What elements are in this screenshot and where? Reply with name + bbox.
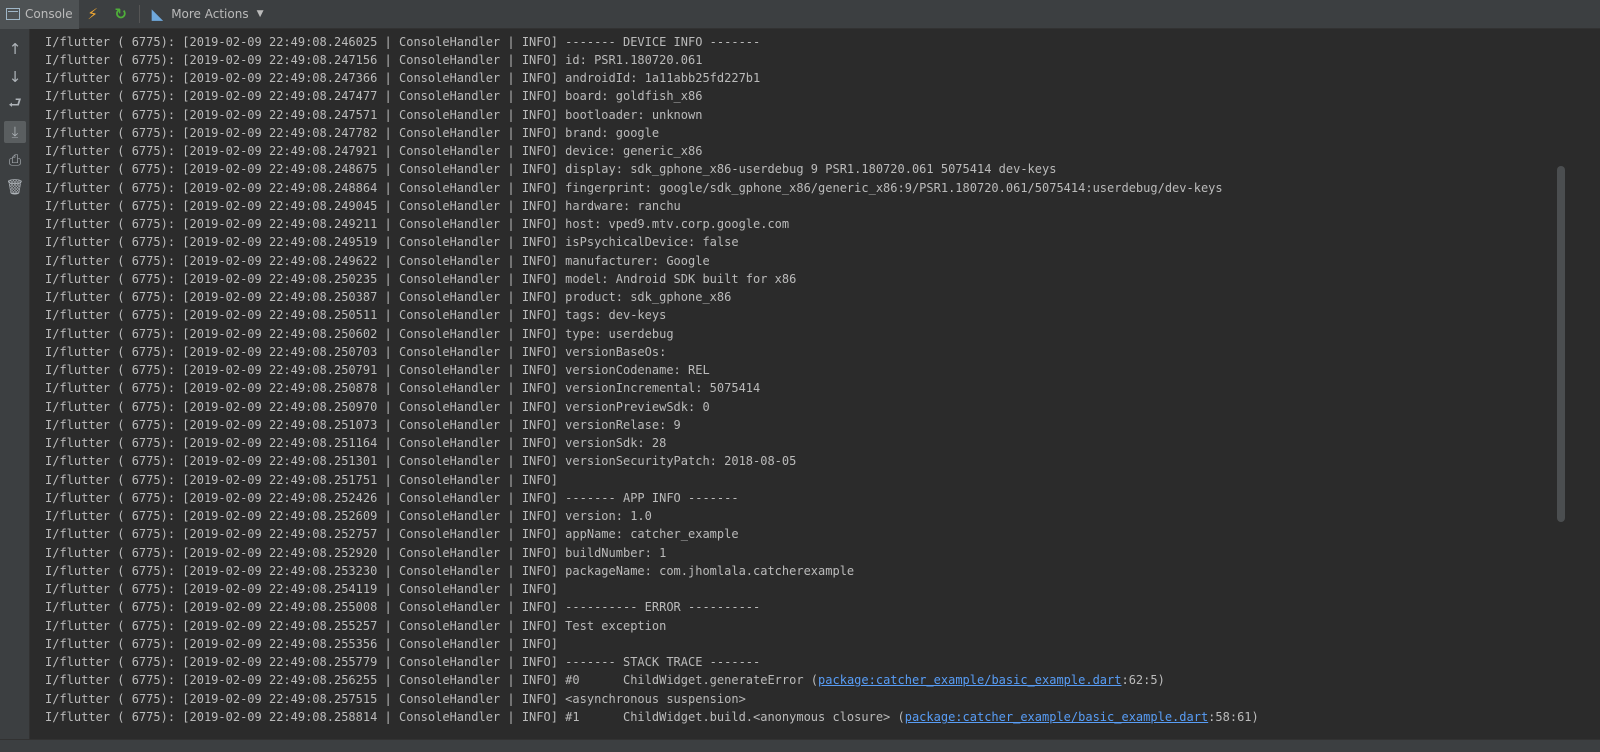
bottom-strip bbox=[0, 739, 1600, 752]
trash-icon: 🗑 bbox=[5, 178, 25, 196]
log-line: I/flutter ( 6775): [2019-02-09 22:49:08.… bbox=[45, 546, 667, 560]
log-line: I/flutter ( 6775): [2019-02-09 22:49:08.… bbox=[45, 144, 703, 158]
log-line: I/flutter ( 6775): [2019-02-09 22:49:08.… bbox=[45, 162, 1057, 176]
vertical-scrollbar-thumb[interactable] bbox=[1557, 166, 1565, 522]
tab-console-label: Console bbox=[25, 7, 73, 21]
tab-console[interactable]: Console bbox=[0, 0, 79, 29]
hot-restart-button[interactable]: ↻ bbox=[107, 0, 135, 29]
log-line: I/flutter ( 6775): [2019-02-09 22:49:08.… bbox=[45, 655, 761, 669]
log-line: I/flutter ( 6775): [2019-02-09 22:49:08.… bbox=[45, 400, 710, 414]
print-icon: ⎙ bbox=[8, 151, 21, 169]
more-actions-label: More Actions bbox=[171, 7, 249, 21]
log-line: I/flutter ( 6775): [2019-02-09 22:49:08.… bbox=[45, 181, 1223, 195]
log-line: I/flutter ( 6775): [2019-02-09 22:49:08.… bbox=[45, 254, 710, 268]
log-line: I/flutter ( 6775): [2019-02-09 22:49:08.… bbox=[45, 436, 667, 450]
soft-wrap-icon: ⮐ bbox=[8, 93, 22, 112]
log-line: I/flutter ( 6775): [2019-02-09 22:49:08.… bbox=[45, 217, 790, 231]
log-line: I/flutter ( 6775): [2019-02-09 22:49:08.… bbox=[45, 527, 739, 541]
chevron-down-icon: ▼ bbox=[256, 9, 264, 19]
log-line: I/flutter ( 6775): [2019-02-09 22:49:08.… bbox=[45, 708, 1259, 726]
console-output[interactable]: I/flutter ( 6775): [2019-02-09 22:49:08.… bbox=[30, 29, 1570, 739]
console-side-toolbar: ↑ ↓ ⮐ ⤓ ⎙ 🗑 bbox=[0, 29, 30, 752]
log-line: I/flutter ( 6775): [2019-02-09 22:49:08.… bbox=[45, 637, 558, 651]
soft-wrap-button[interactable]: ⮐ bbox=[4, 94, 26, 116]
log-line: I/flutter ( 6775): [2019-02-09 22:49:08.… bbox=[45, 126, 660, 140]
scroll-to-end-icon: ⤓ bbox=[11, 123, 19, 141]
log-line: I/flutter ( 6775): [2019-02-09 22:49:08.… bbox=[45, 619, 667, 633]
clear-all-button[interactable]: 🗑 bbox=[4, 176, 26, 198]
log-line-text: I/flutter ( 6775): [2019-02-09 22:49:08.… bbox=[45, 710, 905, 724]
log-line-suffix: :62:5) bbox=[1121, 673, 1165, 687]
log-line: I/flutter ( 6775): [2019-02-09 22:49:08.… bbox=[45, 345, 667, 359]
log-line: I/flutter ( 6775): [2019-02-09 22:49:08.… bbox=[45, 509, 652, 523]
toolbar-divider bbox=[138, 5, 140, 23]
console-icon bbox=[6, 8, 20, 20]
hot-reload-button[interactable]: ⚡ bbox=[79, 0, 107, 29]
log-line-text: I/flutter ( 6775): [2019-02-09 22:49:08.… bbox=[45, 673, 819, 687]
log-line: I/flutter ( 6775): [2019-02-09 22:49:08.… bbox=[45, 690, 746, 708]
log-line: I/flutter ( 6775): [2019-02-09 22:49:08.… bbox=[45, 454, 797, 468]
log-line-text: I/flutter ( 6775): [2019-02-09 22:49:08.… bbox=[45, 692, 746, 706]
print-button[interactable]: ⎙ bbox=[4, 149, 26, 171]
log-line: I/flutter ( 6775): [2019-02-09 22:49:08.… bbox=[45, 199, 681, 213]
reload-icon: ↻ bbox=[114, 5, 127, 23]
log-line: I/flutter ( 6775): [2019-02-09 22:49:08.… bbox=[45, 363, 710, 377]
up-arrow-icon: ↑ bbox=[8, 40, 22, 58]
up-to-previous-button[interactable]: ↑ bbox=[4, 38, 26, 60]
log-line: I/flutter ( 6775): [2019-02-09 22:49:08.… bbox=[45, 308, 667, 322]
log-line: I/flutter ( 6775): [2019-02-09 22:49:08.… bbox=[45, 600, 761, 614]
log-line: I/flutter ( 6775): [2019-02-09 22:49:08.… bbox=[45, 272, 797, 286]
log-line: I/flutter ( 6775): [2019-02-09 22:49:08.… bbox=[45, 53, 703, 67]
log-line: I/flutter ( 6775): [2019-02-09 22:49:08.… bbox=[45, 89, 703, 103]
log-line: I/flutter ( 6775): [2019-02-09 22:49:08.… bbox=[45, 108, 703, 122]
flutter-icon: ◣ bbox=[151, 5, 164, 23]
log-line: I/flutter ( 6775): [2019-02-09 22:49:08.… bbox=[45, 235, 739, 249]
log-line: I/flutter ( 6775): [2019-02-09 22:49:08.… bbox=[45, 473, 558, 487]
log-line-suffix: :58:61) bbox=[1208, 710, 1259, 724]
log-line: I/flutter ( 6775): [2019-02-09 22:49:08.… bbox=[45, 71, 761, 85]
lightning-icon: ⚡ bbox=[87, 5, 98, 23]
log-line: I/flutter ( 6775): [2019-02-09 22:49:08.… bbox=[45, 381, 761, 395]
down-arrow-icon: ↓ bbox=[8, 68, 22, 86]
source-file-link[interactable]: package:catcher_example/basic_example.da… bbox=[905, 710, 1208, 724]
log-line: I/flutter ( 6775): [2019-02-09 22:49:08.… bbox=[45, 564, 855, 578]
log-line: I/flutter ( 6775): [2019-02-09 22:49:08.… bbox=[45, 491, 739, 505]
log-line: I/flutter ( 6775): [2019-02-09 22:49:08.… bbox=[45, 290, 732, 304]
scroll-to-end-button[interactable]: ⤓ bbox=[4, 121, 26, 143]
log-line: I/flutter ( 6775): [2019-02-09 22:49:08.… bbox=[45, 327, 674, 341]
source-file-link[interactable]: package:catcher_example/basic_example.da… bbox=[818, 673, 1121, 687]
console-toolbar: Console ⚡ ↻ ◣ More Actions ▼ bbox=[0, 0, 1600, 29]
log-line: I/flutter ( 6775): [2019-02-09 22:49:08.… bbox=[45, 418, 681, 432]
log-line: I/flutter ( 6775): [2019-02-09 22:49:08.… bbox=[45, 582, 558, 596]
log-line: I/flutter ( 6775): [2019-02-09 22:49:08.… bbox=[45, 671, 1165, 689]
log-line: I/flutter ( 6775): [2019-02-09 22:49:08.… bbox=[45, 35, 761, 49]
more-actions-button[interactable]: ◣ More Actions ▼ bbox=[146, 0, 270, 29]
down-to-next-button[interactable]: ↓ bbox=[4, 66, 26, 88]
